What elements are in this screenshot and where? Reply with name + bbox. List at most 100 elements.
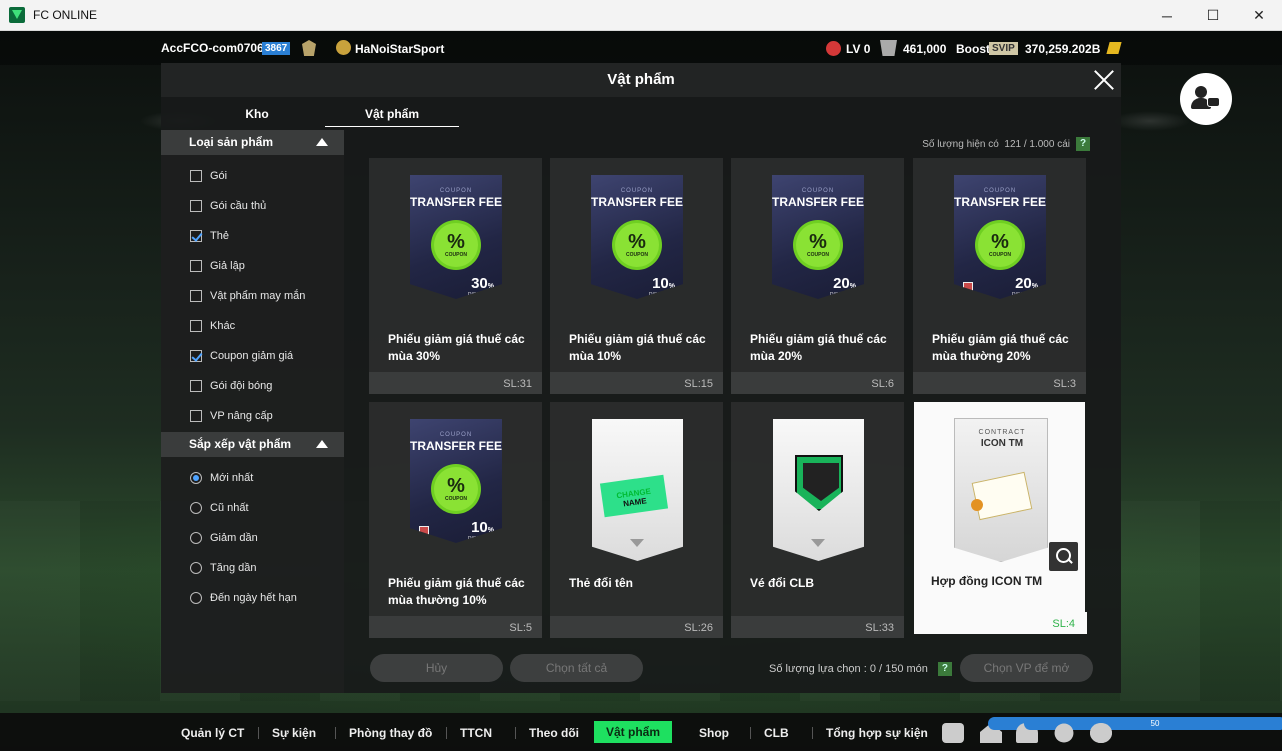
open-item-button[interactable]: Chọn VP để mở: [960, 654, 1093, 682]
friends-chat-button[interactable]: [1180, 73, 1232, 125]
item-card[interactable]: Vé đổi CLB SL:33: [731, 402, 904, 638]
checkbox-unchecked[interactable]: [190, 260, 202, 272]
help-icon[interactable]: ?: [937, 662, 952, 676]
filter-label: VP nâng cấp: [210, 410, 273, 422]
percent-badge-icon: % COUPON: [796, 223, 840, 267]
minimize-button[interactable]: ─: [1144, 0, 1190, 31]
item-card[interactable]: COUPON TRANSFER FEE% COUPON 10% DISCOUNT Phiế…: [550, 158, 723, 394]
percent-badge-icon: % COUPON: [434, 223, 478, 267]
item-quantity: SL:33: [865, 622, 894, 634]
checkbox-unchecked[interactable]: [190, 320, 202, 332]
discount-label: DISCOUNT: [829, 292, 856, 298]
nav-item-1[interactable]: Sự kiện: [272, 723, 316, 743]
bp-value: 370,259.202B: [1025, 42, 1101, 56]
settings-gear-icon[interactable]: [1090, 723, 1112, 743]
transfer-fee-coupon-image: COUPON TRANSFER FEE% COUPON 30% DISCOUNT: [410, 175, 502, 299]
item-quantity: SL:15: [684, 378, 713, 390]
filter-checkbox-item[interactable]: Thẻ: [190, 228, 229, 244]
checkbox-unchecked[interactable]: [190, 290, 202, 302]
cancel-button[interactable]: Hủy: [370, 654, 503, 682]
discount-number: 20: [1015, 275, 1032, 292]
nav-item-6[interactable]: Shop: [699, 723, 729, 743]
filter-checkbox-item[interactable]: Khác: [190, 318, 235, 334]
radio-selected[interactable]: [190, 472, 202, 484]
filter-checkbox-item[interactable]: VP nâng cấp: [190, 408, 273, 424]
filter-checkbox-item[interactable]: Vật phẩm may mắn: [190, 288, 305, 304]
discount-unit: %: [849, 283, 856, 290]
close-icon[interactable]: [1093, 69, 1115, 91]
restriction-icon: [963, 282, 973, 298]
filter-checkbox-item[interactable]: Coupon giảm giá: [190, 348, 293, 364]
help-icon[interactable]: ?: [1076, 137, 1090, 151]
checkbox-unchecked[interactable]: [190, 410, 202, 422]
item-card[interactable]: COUPON TRANSFER FEE% COUPON 20% DISCOUNT Phiế…: [731, 158, 904, 394]
sort-label: Đến ngày hết hạn: [210, 592, 297, 604]
item-quantity: SL:6: [871, 378, 894, 390]
chat-icon[interactable]: [942, 723, 964, 743]
item-card[interactable]: CONTRACT ICON TM Hợp đồng ICON TM SL:4: [914, 402, 1087, 634]
nav-item-4[interactable]: Theo dõi: [529, 723, 579, 743]
item-card[interactable]: COUPON TRANSFER FEE% COUPON 20% DISCOUNT Phiế…: [913, 158, 1086, 394]
radio-unselected[interactable]: [190, 502, 202, 514]
discount-unit: %: [487, 283, 494, 290]
sort-radio-item[interactable]: Cũ nhất: [190, 500, 249, 516]
tab-vat-pham[interactable]: Vật phẩm: [325, 103, 459, 127]
tab-kho[interactable]: Kho: [187, 103, 327, 127]
item-name: Phiếu giảm giá thuế các mùa thường 10%: [388, 576, 525, 607]
checkbox-unchecked[interactable]: [190, 380, 202, 392]
nav-separator: [335, 727, 336, 739]
checkbox-unchecked[interactable]: [190, 170, 202, 182]
nav-item-8[interactable]: Tổng hợp sự kiện: [826, 723, 928, 743]
item-card[interactable]: CHANGE NAME Thẻ đổi tên SL:26: [550, 402, 723, 638]
transfer-fee-coupon-image: COUPON TRANSFER FEE% COUPON 20% DISCOUNT: [954, 175, 1046, 299]
item-card[interactable]: COUPON TRANSFER FEE% COUPON 30% DISCOUNT Phiế…: [369, 158, 542, 394]
stock-count: Số lượng hiện có 121 / 1.000 cái ?: [922, 137, 1090, 151]
percent-symbol: %: [809, 231, 827, 253]
account-name: AccFCO-com0706a: [161, 41, 271, 55]
filter-label: Thẻ: [210, 230, 229, 242]
sort-radio-item[interactable]: Đến ngày hết hạn: [190, 590, 297, 606]
filter-checkbox-item[interactable]: Giả lập: [190, 258, 245, 274]
magnifier-icon[interactable]: [1049, 542, 1078, 571]
nav-item-0[interactable]: Quản lý CT: [181, 723, 244, 743]
filter-checkbox-item[interactable]: Gói: [190, 168, 227, 184]
nav-item-2[interactable]: Phòng thay đồ: [349, 723, 432, 743]
radio-unselected[interactable]: [190, 562, 202, 574]
radio-unselected[interactable]: [190, 592, 202, 604]
nav-item-5[interactable]: Vật phẩm: [594, 721, 673, 743]
sort-radio-item[interactable]: Tăng dần: [190, 560, 256, 576]
discount-value: 10%: [652, 275, 675, 292]
collapse-triangle-icon: [316, 138, 328, 146]
tag-bottom-text: NAME: [622, 496, 648, 509]
sort-header[interactable]: Sắp xếp vật phẩm: [161, 432, 344, 457]
contract-top-text: CONTRACT: [978, 429, 1026, 436]
coupon-title: TRANSFER FEE: [772, 195, 865, 209]
checkbox-checked[interactable]: [190, 350, 202, 362]
nav-item-3[interactable]: TTCN: [460, 723, 492, 743]
maximize-button[interactable]: ☐: [1190, 0, 1236, 31]
select-all-button[interactable]: Chọn tất cả: [510, 654, 643, 682]
coupon-title: TRANSFER FEE: [410, 439, 503, 453]
sort-radio-item[interactable]: Mới nhất: [190, 470, 253, 486]
checkbox-checked[interactable]: [190, 230, 202, 242]
filter-checkbox-item[interactable]: Gói đội bóng: [190, 378, 272, 394]
item-quantity: SL:26: [684, 622, 713, 634]
product-type-header[interactable]: Loại sản phẩm: [161, 130, 344, 155]
radio-unselected[interactable]: [190, 532, 202, 544]
discount-number: 30: [471, 275, 488, 292]
close-window-button[interactable]: ✕: [1236, 0, 1282, 31]
badge-text: COUPON: [626, 252, 648, 258]
sort-radio-item[interactable]: Giảm dần: [190, 530, 258, 546]
checkbox-unchecked[interactable]: [190, 200, 202, 212]
item-name: Vé đổi CLB: [750, 576, 815, 590]
nav-separator: [446, 727, 447, 739]
percent-badge-icon: % COUPON: [434, 467, 478, 511]
percent-symbol: %: [991, 231, 1009, 253]
filter-checkbox-item[interactable]: Gói cầu thủ: [190, 198, 266, 214]
window-titlebar: FC ONLINE ─ ☐ ✕: [0, 0, 1282, 31]
item-card[interactable]: COUPON TRANSFER FEE% COUPON 10% DISCOUNT Phiế…: [369, 402, 542, 638]
transfer-fee-coupon-image: COUPON TRANSFER FEE% COUPON 10% DISCOUNT: [410, 419, 502, 543]
nav-item-7[interactable]: CLB: [764, 723, 789, 743]
stock-value: 121 / 1.000 cái: [1004, 138, 1070, 150]
club-crest-icon: [336, 40, 351, 55]
